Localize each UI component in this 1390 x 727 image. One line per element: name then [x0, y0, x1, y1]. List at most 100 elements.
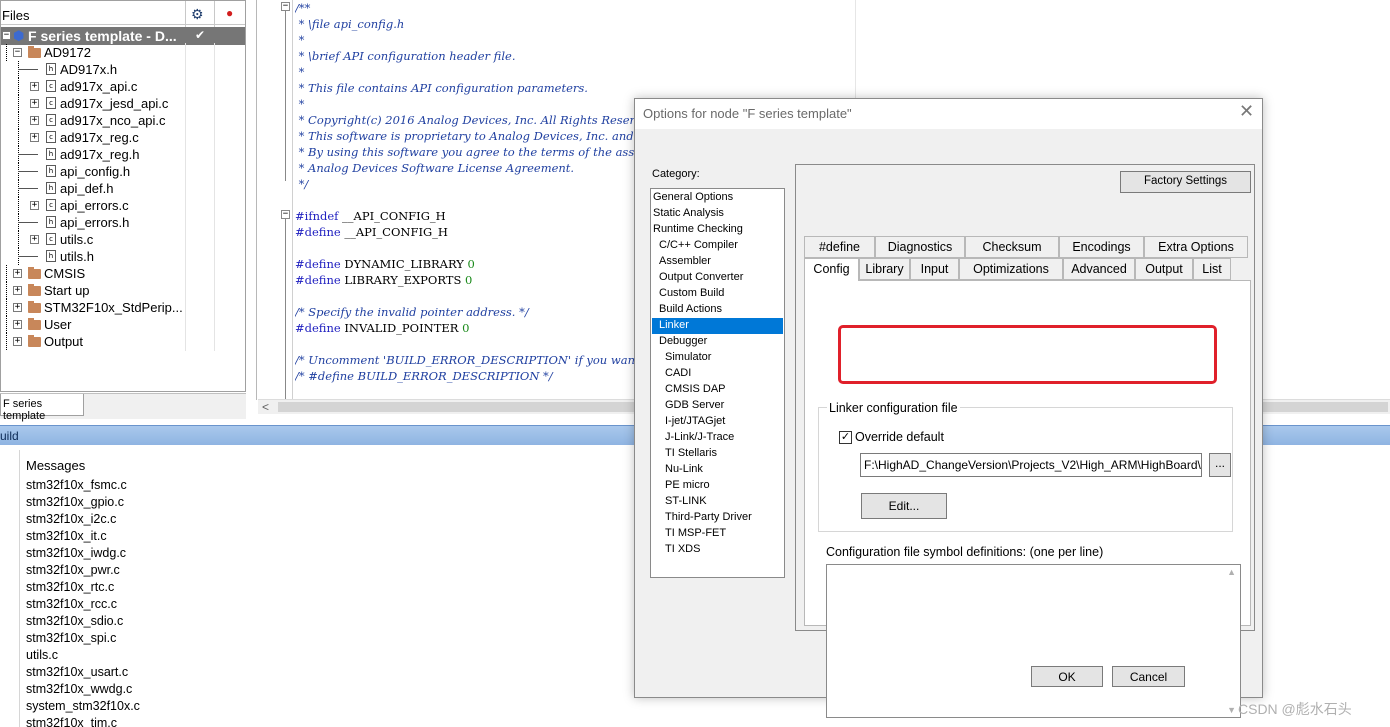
options-tab[interactable]: Encodings: [1059, 236, 1144, 258]
build-message-row[interactable]: stm32f10x_gpio.c: [26, 495, 124, 509]
options-tab[interactable]: Extra Options: [1144, 236, 1248, 258]
category-item[interactable]: Simulator: [652, 350, 783, 366]
build-message-row[interactable]: stm32f10x_wwdg.c: [26, 682, 132, 696]
fold-toggle-icon[interactable]: −: [281, 210, 290, 219]
scroll-left-icon[interactable]: <: [262, 400, 269, 414]
category-item[interactable]: TI MSP-FET: [652, 526, 783, 542]
tree-item[interactable]: h utils.h: [1, 248, 245, 265]
tree-item[interactable]: + User: [1, 316, 245, 333]
build-message-row[interactable]: stm32f10x_it.c: [26, 529, 107, 543]
expand-icon[interactable]: +: [30, 116, 39, 125]
build-message-row[interactable]: stm32f10x_tim.c: [26, 716, 117, 727]
expand-icon[interactable]: +: [30, 133, 39, 142]
symbol-definitions-textarea[interactable]: ▲ ▼: [826, 564, 1241, 718]
collapse-icon[interactable]: −: [2, 31, 11, 40]
ok-button[interactable]: OK: [1031, 666, 1103, 687]
category-item[interactable]: Linker: [652, 318, 783, 334]
tree-item[interactable]: h api_errors.h: [1, 214, 245, 231]
build-message-row[interactable]: utils.c: [26, 648, 58, 662]
build-message-row[interactable]: stm32f10x_pwr.c: [26, 563, 120, 577]
category-item[interactable]: Third-Party Driver: [652, 510, 783, 526]
fold-toggle-icon[interactable]: −: [281, 2, 290, 11]
build-message-row[interactable]: stm32f10x_usart.c: [26, 665, 128, 679]
category-item[interactable]: ST-LINK: [652, 494, 783, 510]
options-tab[interactable]: Advanced: [1063, 258, 1135, 280]
options-tab[interactable]: Checksum: [965, 236, 1059, 258]
build-message-row[interactable]: stm32f10x_fsmc.c: [26, 478, 127, 492]
tree-item[interactable]: h api_def.h: [1, 180, 245, 197]
category-item[interactable]: Output Converter: [652, 270, 783, 286]
category-item[interactable]: Custom Build: [652, 286, 783, 302]
build-message-row[interactable]: stm32f10x_rcc.c: [26, 597, 117, 611]
scroll-down-icon[interactable]: ▼: [1227, 705, 1236, 715]
gear-icon[interactable]: ⚙: [191, 6, 204, 22]
category-item[interactable]: Debugger: [652, 334, 783, 350]
options-tab[interactable]: Config: [804, 258, 859, 281]
edit-button[interactable]: Edit...: [861, 493, 947, 519]
category-item[interactable]: C/C++ Compiler: [652, 238, 783, 254]
cancel-button[interactable]: Cancel: [1112, 666, 1185, 687]
category-list[interactable]: General Options Static Analysis Runtime Ch…: [650, 188, 785, 578]
browse-button[interactable]: ...: [1209, 453, 1231, 477]
tree-item[interactable]: h AD917x.h: [1, 61, 245, 78]
tree-item[interactable]: + CMSIS: [1, 265, 245, 282]
tree-item[interactable]: h api_config.h: [1, 163, 245, 180]
build-message-row[interactable]: stm32f10x_rtc.c: [26, 580, 114, 594]
category-item[interactable]: Assembler: [652, 254, 783, 270]
expand-icon[interactable]: +: [30, 235, 39, 244]
category-item[interactable]: Static Analysis: [652, 206, 783, 222]
category-item[interactable]: GDB Server: [652, 398, 783, 414]
expand-icon[interactable]: +: [13, 269, 22, 278]
tree-item[interactable]: − AD9172: [1, 44, 245, 61]
override-default-checkbox[interactable]: ✓: [839, 431, 852, 444]
expand-icon[interactable]: +: [30, 99, 39, 108]
red-dot-icon[interactable]: ●: [226, 5, 233, 21]
category-item[interactable]: Nu-Link: [652, 462, 783, 478]
category-item[interactable]: CADI: [652, 366, 783, 382]
category-item[interactable]: PE micro: [652, 478, 783, 494]
tab-workspace[interactable]: F series template: [0, 394, 84, 422]
linker-config-path-input[interactable]: F:\HighAD_ChangeVersion\Projects_V2\High…: [860, 453, 1202, 477]
build-message-row[interactable]: stm32f10x_sdio.c: [26, 614, 123, 628]
category-item[interactable]: General Options: [652, 190, 783, 206]
category-item[interactable]: Build Actions: [652, 302, 783, 318]
options-tab[interactable]: Optimizations: [959, 258, 1063, 280]
tree-item[interactable]: + c ad917x_jesd_api.c: [1, 95, 245, 112]
category-item[interactable]: TI XDS: [652, 542, 783, 558]
expand-icon[interactable]: +: [30, 82, 39, 91]
options-tab[interactable]: Output: [1135, 258, 1193, 280]
expand-icon[interactable]: +: [13, 337, 22, 346]
build-message-row[interactable]: system_stm32f10x.c: [26, 699, 140, 713]
build-message-row[interactable]: stm32f10x_spi.c: [26, 631, 116, 645]
options-tab[interactable]: Diagnostics: [875, 236, 965, 258]
tree-root-project[interactable]: − ⬢ F series template - D... ✔: [1, 27, 245, 45]
options-tab[interactable]: Library: [859, 258, 910, 280]
build-message-row[interactable]: stm32f10x_iwdg.c: [26, 546, 126, 560]
tree-item[interactable]: h ad917x_reg.h: [1, 146, 245, 163]
options-tab[interactable]: #define: [804, 236, 875, 258]
category-item[interactable]: Runtime Checking: [652, 222, 783, 238]
tree-item[interactable]: + c api_errors.c: [1, 197, 245, 214]
override-default-label[interactable]: Override default: [855, 430, 944, 444]
factory-settings-button[interactable]: Factory Settings: [1120, 171, 1251, 193]
tree-item[interactable]: + Start up: [1, 282, 245, 299]
category-item[interactable]: J-Link/J-Trace: [652, 430, 783, 446]
collapse-icon[interactable]: −: [13, 48, 22, 57]
category-item[interactable]: TI Stellaris: [652, 446, 783, 462]
tree-item[interactable]: + c ad917x_api.c: [1, 78, 245, 95]
options-tab[interactable]: Input: [910, 258, 959, 280]
expand-icon[interactable]: +: [13, 320, 22, 329]
expand-icon[interactable]: +: [13, 286, 22, 295]
expand-icon[interactable]: +: [13, 303, 22, 312]
category-item[interactable]: I-jet/JTAGjet: [652, 414, 783, 430]
close-icon[interactable]: ✕: [1239, 101, 1254, 122]
tree-item[interactable]: + c ad917x_reg.c: [1, 129, 245, 146]
tree-item[interactable]: + c utils.c: [1, 231, 245, 248]
tree-item[interactable]: + Output: [1, 333, 245, 350]
category-item[interactable]: CMSIS DAP: [652, 382, 783, 398]
expand-icon[interactable]: +: [30, 201, 39, 210]
tree-item[interactable]: + STM32F10x_StdPerip...: [1, 299, 245, 316]
scroll-up-icon[interactable]: ▲: [1227, 567, 1236, 577]
build-message-row[interactable]: stm32f10x_i2c.c: [26, 512, 116, 526]
tree-item[interactable]: + c ad917x_nco_api.c: [1, 112, 245, 129]
